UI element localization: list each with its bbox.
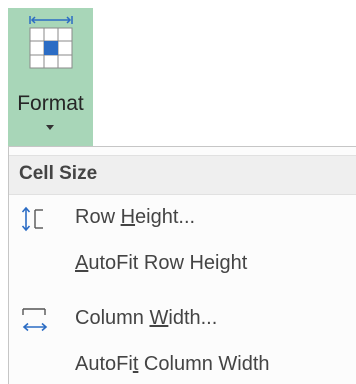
- menu-item-label: AutoFit Row Height: [75, 252, 248, 274]
- format-dropdown-menu: Cell Size Row Height... AutoFit Row Heig…: [8, 146, 356, 384]
- menu-item-autofit-column-width[interactable]: AutoFit Column Width: [9, 343, 356, 384]
- format-label: Format: [17, 92, 84, 115]
- row-height-icon: [21, 206, 43, 232]
- menu-item-label: AutoFit Column Width: [75, 353, 270, 375]
- menu-item-column-width[interactable]: Column Width...: [9, 297, 356, 343]
- format-button[interactable]: Format: [8, 8, 93, 146]
- section-header: Cell Size: [9, 155, 356, 195]
- menu-item-row-height[interactable]: Row Height...: [9, 196, 356, 242]
- chevron-down-icon: [46, 125, 54, 130]
- menu-item-label: Row Height...: [75, 206, 196, 228]
- menu-item-autofit-row-height[interactable]: AutoFit Row Height: [9, 242, 356, 288]
- format-cells-icon: [29, 16, 73, 69]
- column-width-icon: [22, 308, 48, 332]
- excel-format-dropdown: Format Cell Size Row Height... AutoFit R…: [0, 0, 356, 384]
- menu-item-label: Column Width...: [75, 307, 218, 329]
- section-header-label: Cell Size: [19, 163, 98, 184]
